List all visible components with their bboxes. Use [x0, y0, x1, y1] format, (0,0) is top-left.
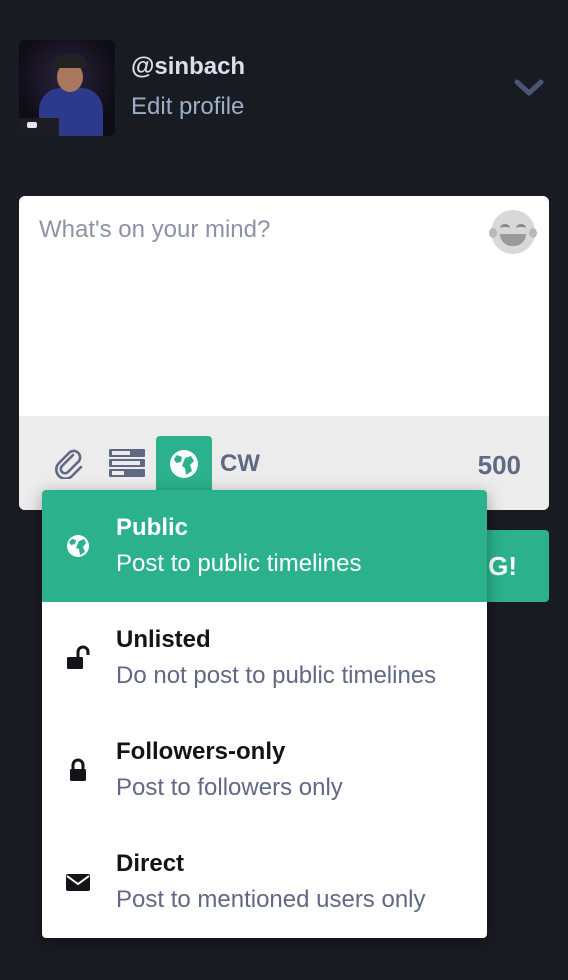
- privacy-button[interactable]: [156, 436, 212, 492]
- privacy-dropdown: Public Post to public timelines Unlisted…: [42, 490, 487, 938]
- emoji-tear-right: [529, 228, 537, 238]
- unlock-icon: [67, 645, 90, 669]
- username[interactable]: @sinbach: [131, 53, 245, 81]
- emoji-tear-left: [489, 228, 497, 238]
- privacy-option-title: Direct: [116, 850, 185, 877]
- envelope-icon: [66, 874, 90, 891]
- chevron-down-icon[interactable]: [513, 76, 545, 100]
- poll-icon: [109, 449, 145, 477]
- laughing-emoji-icon[interactable]: [489, 210, 537, 254]
- privacy-option-title: Followers-only: [116, 738, 286, 765]
- avatar[interactable]: [19, 40, 115, 136]
- avatar-desk: [19, 118, 59, 136]
- privacy-option-title: Unlisted: [116, 626, 211, 653]
- avatar-laptop-light: [27, 122, 37, 128]
- privacy-option-followers-only[interactable]: Followers-only Post to followers only: [42, 714, 487, 826]
- privacy-option-description: Do not post to public timelines: [116, 662, 437, 689]
- privacy-option-description: Post to public timelines: [116, 550, 362, 577]
- character-counter: 500: [477, 450, 521, 480]
- emoji-eye-left: [500, 224, 510, 232]
- emoji-eye-right: [516, 224, 526, 232]
- globe-icon: [170, 450, 198, 478]
- edit-profile-link[interactable]: Edit profile: [131, 93, 244, 121]
- publish-button-label: G!: [488, 550, 517, 581]
- privacy-option-description: Post to mentioned users only: [116, 886, 426, 913]
- emoji-mouth: [500, 234, 526, 246]
- compose-form: CW 500: [19, 196, 549, 510]
- privacy-option-direct[interactable]: Direct Post to mentioned users only: [42, 826, 487, 938]
- content-warning-button[interactable]: CW: [220, 450, 260, 478]
- poll-button[interactable]: [99, 436, 155, 490]
- compose-textarea[interactable]: [19, 196, 549, 416]
- privacy-option-public[interactable]: Public Post to public timelines: [42, 490, 487, 602]
- navigation-bar: @sinbach Edit profile: [19, 40, 549, 136]
- upload-button[interactable]: [41, 436, 97, 490]
- paperclip-icon: [55, 449, 83, 479]
- privacy-option-unlisted[interactable]: Unlisted Do not post to public timelines: [42, 602, 487, 714]
- lock-icon: [70, 758, 86, 781]
- avatar-figure-cap: [53, 54, 87, 68]
- privacy-option-description: Post to followers only: [116, 774, 343, 801]
- globe-icon: [67, 535, 89, 557]
- privacy-option-title: Public: [116, 514, 189, 541]
